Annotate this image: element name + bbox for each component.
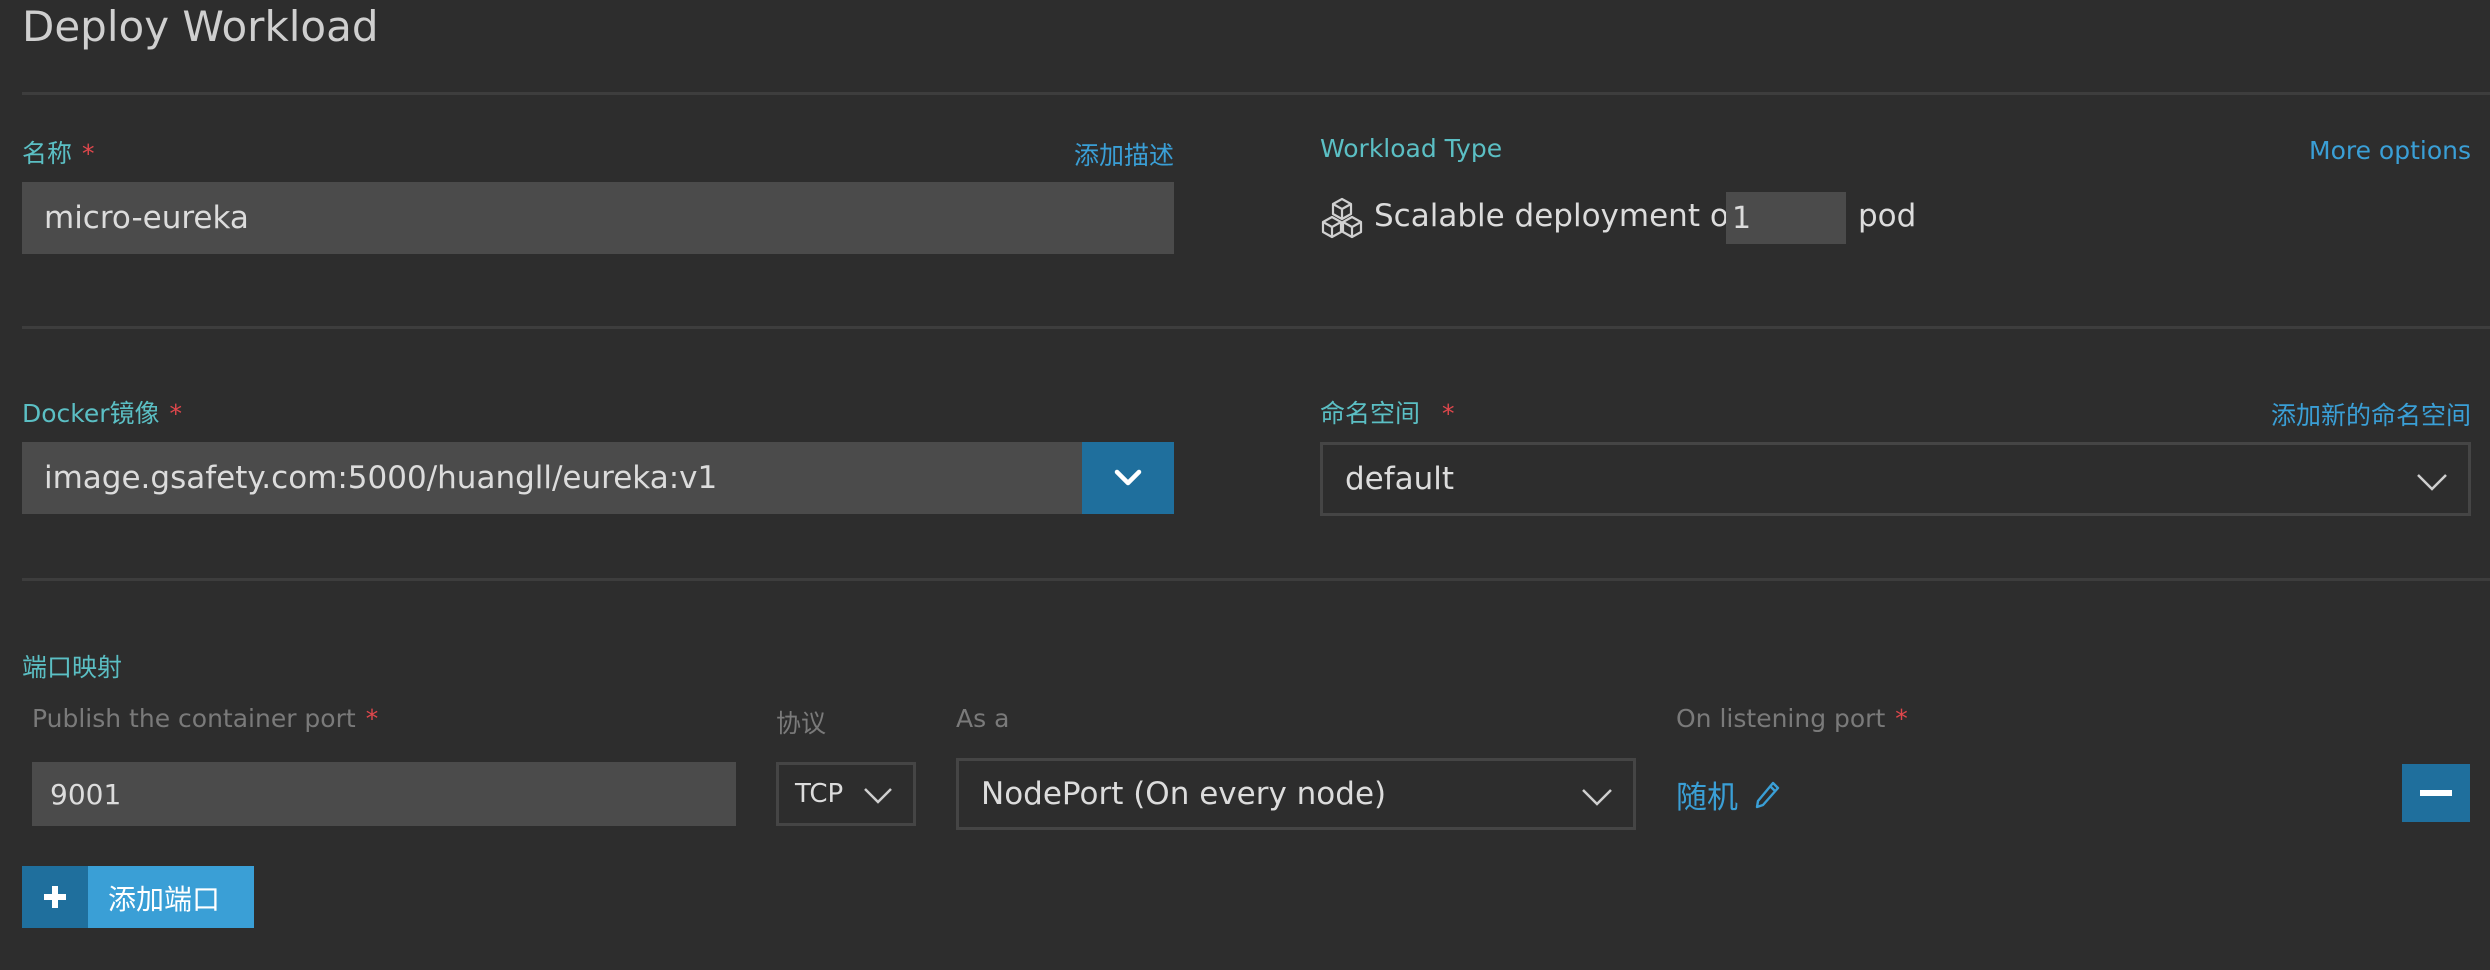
required-mark: * — [1895, 704, 1908, 733]
name-label-text: 名称 — [22, 139, 73, 168]
scalable-deployment-text: Scalable deployment of — [1374, 198, 1740, 234]
add-port-label: 添加端口 — [108, 883, 221, 916]
protocol-value: TCP — [795, 779, 844, 809]
namespace-value: default — [1345, 461, 1455, 497]
namespace-select[interactable]: default — [1320, 442, 2471, 516]
workload-type-label: Workload Type — [1320, 134, 1503, 163]
protocol-header: 协议 — [776, 709, 827, 738]
container-port-header: Publish the container port * — [32, 704, 378, 733]
image-dropdown-button[interactable] — [1082, 442, 1174, 514]
divider — [22, 578, 2490, 581]
docker-image-label: Docker镜像 * — [22, 394, 182, 430]
listening-port-value: 随机 — [1676, 780, 1738, 816]
required-mark: * — [169, 399, 183, 428]
cubes-icon — [1320, 196, 1364, 240]
divider — [22, 92, 2490, 95]
add-namespace-link[interactable]: 添加新的命名空间 — [2271, 396, 2471, 432]
port-mapping-label: 端口映射 — [22, 653, 123, 682]
add-port-button[interactable]: 添加端口 — [22, 866, 254, 928]
remove-port-button[interactable] — [2402, 764, 2470, 822]
as-a-header: As a — [956, 704, 1010, 733]
chevron-down-icon — [864, 788, 892, 804]
page-title: Deploy Workload — [22, 2, 379, 51]
divider — [22, 326, 2490, 329]
service-type-value: NodePort (On every node) — [981, 776, 1387, 812]
required-mark: * — [1442, 399, 1455, 428]
pod-unit-text: pod — [1858, 198, 1917, 234]
name-input[interactable]: micro-eureka — [22, 182, 1174, 254]
required-mark: * — [365, 704, 379, 733]
add-description-link[interactable]: 添加描述 — [1074, 136, 1174, 172]
listening-port-header-text: On listening port — [1676, 704, 1886, 733]
listening-port-random[interactable]: 随机 — [1676, 772, 1780, 817]
name-label: 名称 * — [22, 134, 95, 170]
minus-icon — [2420, 790, 2452, 796]
pencil-icon[interactable] — [1754, 780, 1780, 810]
listening-port-header: On listening port * — [1676, 704, 1908, 733]
required-mark: * — [82, 139, 95, 168]
container-port-input[interactable]: 9001 — [32, 762, 736, 826]
plus-icon — [22, 866, 88, 928]
namespace-label-text: 命名空间 — [1320, 399, 1421, 428]
docker-image-label-text: Docker镜像 — [22, 399, 160, 428]
more-options-link[interactable]: More options — [2309, 136, 2471, 165]
chevron-down-icon — [1582, 789, 1612, 806]
docker-image-input[interactable]: image.gsafety.com:5000/huangll/eureka:v1 — [22, 442, 1082, 514]
container-port-header-text: Publish the container port — [32, 704, 356, 733]
namespace-label: 命名空间 * — [1320, 394, 1455, 430]
chevron-down-icon — [2417, 474, 2447, 491]
protocol-select[interactable]: TCP — [776, 762, 916, 826]
service-type-select[interactable]: NodePort (On every node) — [956, 758, 1636, 830]
pod-count-input[interactable]: 1 — [1726, 192, 1846, 244]
chevron-down-icon — [1114, 469, 1142, 486]
